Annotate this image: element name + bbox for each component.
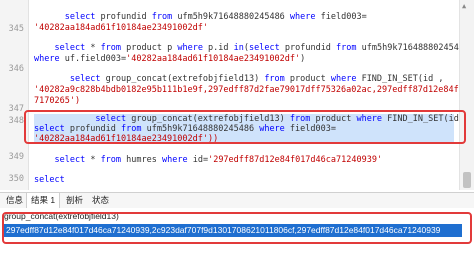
result-highlight-box [2, 212, 472, 244]
code-keyword: in [233, 43, 244, 53]
code-string: '297edff87d12e84f017d46ca71240939' [208, 155, 383, 165]
code-line: select * from humres where id='297edff87… [34, 155, 454, 165]
code-text: select * from product p where p.id in(se… [54, 43, 474, 53]
code-fragment: profundid [95, 12, 152, 22]
code-keyword: select [54, 43, 86, 53]
line-number: 347 [8, 104, 24, 114]
line-number: 345 [8, 24, 24, 34]
code-keyword: where [289, 12, 316, 22]
code-string: '40282aa184ad61f10184ae23491002df' [34, 23, 208, 33]
code-string: 7170265') [34, 96, 81, 106]
code-keyword: from [100, 155, 122, 165]
code-keyword: from [336, 43, 357, 53]
selection-highlight-box [24, 110, 466, 144]
code-line: 7170265') [34, 96, 454, 106]
code-fragment: ufm5h9k71648880245486 uf [356, 43, 474, 53]
code-keyword: select [69, 74, 101, 84]
code-fragment: product [284, 74, 331, 84]
code-keyword: where [177, 43, 203, 53]
editor-scrollbar[interactable]: ▲ [459, 0, 474, 190]
code-fragment: id= [187, 155, 209, 165]
code-fragment: field003= [315, 12, 367, 22]
result-tabs: 信息 结果 1 剖析 状态 [0, 192, 474, 209]
code-line: where uf.field003='40282aa184ad61f10184a… [34, 54, 454, 64]
line-number: 346 [8, 64, 24, 74]
tab-result-1[interactable]: 结果 1 [26, 193, 61, 209]
code-line: select [34, 175, 454, 185]
code-text: select group_concat(extrefobjfield13) fr… [70, 74, 444, 84]
code-string: '40282aa184ad61f10184ae23491002df' [126, 54, 301, 64]
code-keyword: select [34, 175, 65, 185]
code-fragment: humres [121, 155, 162, 165]
code-keyword: from [100, 43, 122, 53]
code-keyword: where [162, 155, 188, 165]
code-fragment: ) [300, 54, 306, 64]
sql-editor[interactable]: 345 346 347 348 349 350 select profundid… [0, 0, 474, 190]
code-keyword: select [54, 155, 86, 165]
tab-info[interactable]: 信息 [2, 193, 27, 208]
code-line: '40282aa184ad61f10184ae23491002df' [34, 23, 454, 33]
scroll-up-icon[interactable]: ▲ [462, 2, 466, 10]
line-number: 349 [8, 152, 24, 162]
code-line: select profundid from ufm5h9k71648880245… [34, 12, 454, 22]
code-string: '40282a9c828b4bdb0182e95b111b1e9f,297edf… [34, 85, 474, 95]
code-line: '40282a9c828b4bdb0182e95b111b1e9f,297edf… [34, 85, 474, 95]
code-fragment: FIND_IN_SET(id , [356, 74, 444, 84]
code-keyword: from [264, 74, 285, 84]
code-fragment: * [85, 155, 101, 165]
code-keyword: where [34, 54, 60, 64]
code-fragment: * [85, 43, 101, 53]
code-fragment: p.id [202, 43, 234, 53]
code-keyword: where [330, 74, 357, 84]
code-text: select profundid from ufm5h9k71648880245… [65, 12, 367, 22]
code-fragment: product p [121, 43, 178, 53]
code-fragment: group_concat(extrefobjfield13) [100, 74, 265, 84]
code-keyword: from [151, 12, 173, 22]
code-line: select * from product p where p.id in(se… [34, 43, 469, 53]
tab-status[interactable]: 状态 [88, 193, 113, 208]
code-keyword: select [249, 43, 280, 53]
tab-profile[interactable]: 剖析 [62, 193, 87, 208]
scrollbar-thumb[interactable] [463, 172, 471, 188]
code-fragment: profundid [279, 43, 337, 53]
code-keyword: select [64, 12, 96, 22]
line-number: 350 [8, 174, 24, 184]
line-number: 348 [8, 116, 24, 126]
code-line: select group_concat(extrefobjfield13) fr… [34, 74, 454, 84]
code-fragment: ufm5h9k71648880245486 [172, 12, 290, 22]
code-text: select * from humres where id='297edff87… [54, 155, 382, 165]
code-text: where uf.field003='40282aa184ad61f10184a… [34, 54, 305, 64]
code-fragment: uf.field003= [59, 54, 127, 64]
line-number-gutter: 345 346 347 348 349 350 [0, 0, 29, 190]
